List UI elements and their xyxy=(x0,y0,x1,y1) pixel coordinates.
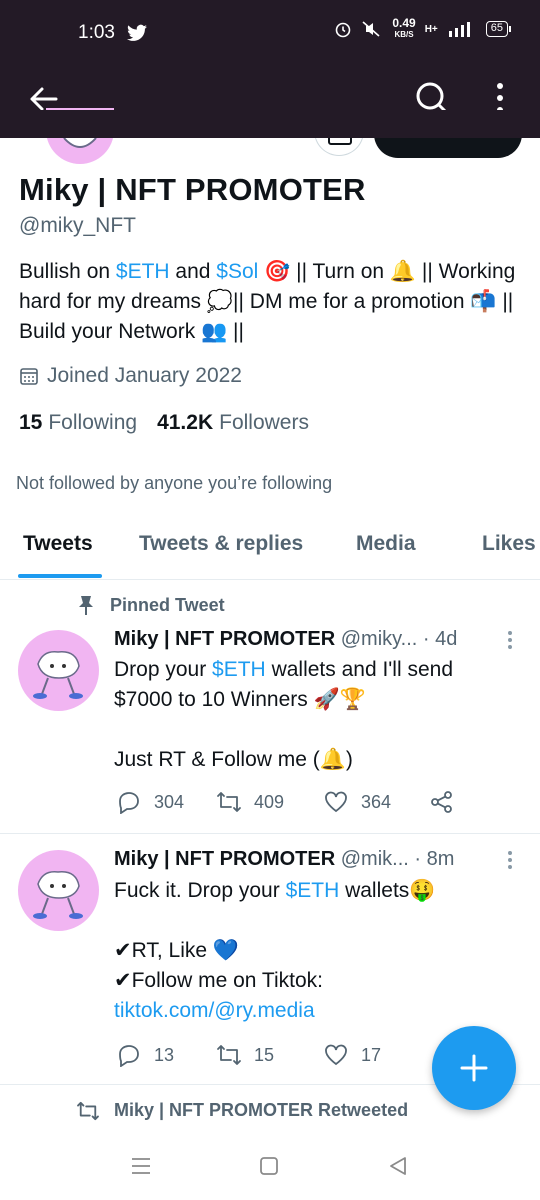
tab-tweets-replies[interactable]: Tweets & replies xyxy=(139,532,303,556)
following-link[interactable]: 15 Following xyxy=(19,411,137,435)
active-tab-indicator xyxy=(18,574,102,578)
retweet-icon xyxy=(217,1045,241,1065)
alarm-icon xyxy=(336,22,351,38)
tweet-header: Miky | NFT PROMOTER @miky... · 4d xyxy=(114,628,457,651)
calendar-icon xyxy=(20,368,38,385)
plus-icon xyxy=(460,1054,488,1082)
retweet-button[interactable]: 15 xyxy=(216,1044,323,1066)
tweet-avatar[interactable] xyxy=(18,850,99,931)
reply-button[interactable]: 304 xyxy=(116,790,216,814)
recent-apps-icon[interactable] xyxy=(130,1156,152,1176)
eth-cashtag-link[interactable]: $ETH xyxy=(286,879,340,902)
retweet-button[interactable]: 409 xyxy=(216,791,323,813)
tweet-author-handle: @mik... xyxy=(340,848,409,870)
tab-likes[interactable]: Likes xyxy=(482,532,536,556)
tab-tweets[interactable]: Tweets xyxy=(23,532,93,556)
tweet-more-icon[interactable] xyxy=(507,850,513,870)
not-followed-notice: Not followed by anyone you’re following xyxy=(16,473,333,493)
tweet-time: · 8m xyxy=(414,848,455,870)
mute-icon xyxy=(362,21,380,37)
heart-icon xyxy=(325,1044,347,1066)
tweet-author-name[interactable]: Miky | NFT PROMOTER xyxy=(114,628,335,650)
tweet-more-icon[interactable] xyxy=(507,630,513,650)
sol-cashtag-link[interactable]: $Sol xyxy=(216,260,258,283)
retweeted-label: Miky | NFT PROMOTER Retweeted xyxy=(76,1100,408,1121)
retweet-icon xyxy=(77,1101,99,1120)
tweet-author-handle: @miky... xyxy=(340,628,418,650)
app-bar-overlap xyxy=(0,110,540,138)
compose-tweet-button[interactable] xyxy=(432,1026,516,1110)
tweet-time: · 4d xyxy=(422,628,458,650)
like-button[interactable]: 17 xyxy=(323,1043,429,1067)
tweet-text: Drop your $ETH wallets and I'll send $70… xyxy=(114,658,454,771)
tweet-text: Fuck it. Drop your $ETH wallets🤑 ✔RT, Li… xyxy=(114,876,514,1026)
battery-indicator: 65 xyxy=(485,21,512,37)
network-speed: 0.49 KB/S xyxy=(392,16,416,39)
tweet-actions: 13 15 17 xyxy=(116,1043,429,1067)
pin-icon xyxy=(79,596,93,615)
signal-icon xyxy=(448,22,470,37)
heart-icon xyxy=(325,791,347,813)
status-bar: 1:03 0.49 KB/S H+ 65 xyxy=(0,0,540,66)
eth-cashtag-link[interactable]: $ETH xyxy=(116,260,170,283)
profile-handle: @miky_NFT xyxy=(19,214,136,237)
reply-icon xyxy=(119,1045,139,1067)
tweet-divider xyxy=(0,833,540,834)
twitter-notification-icon xyxy=(127,24,147,41)
share-icon[interactable] xyxy=(429,790,455,814)
reply-button[interactable]: 13 xyxy=(116,1043,216,1067)
profile-name: Miky | NFT PROMOTER xyxy=(19,172,366,207)
tab-media[interactable]: Media xyxy=(356,532,416,556)
network-type: H+ xyxy=(424,23,438,35)
tweet-header: Miky | NFT PROMOTER @mik... · 8m xyxy=(114,848,454,871)
back-nav-icon[interactable] xyxy=(388,1156,408,1176)
home-icon[interactable] xyxy=(259,1156,279,1176)
tweet-avatar[interactable] xyxy=(18,630,99,711)
tweet-author-name[interactable]: Miky | NFT PROMOTER xyxy=(114,848,335,870)
status-time: 1:03 xyxy=(78,22,115,43)
followers-link[interactable]: 41.2K Followers xyxy=(157,411,309,435)
pinned-label: Pinned Tweet xyxy=(76,594,225,616)
follow-stats: 15 Following 41.2K Followers xyxy=(19,411,309,435)
profile-tabs: Tweets Tweets & replies Media Likes xyxy=(0,520,540,580)
like-button[interactable]: 364 xyxy=(323,790,429,814)
joined-date: Joined January 2022 xyxy=(19,364,242,388)
eth-cashtag-link[interactable]: $ETH xyxy=(212,658,266,681)
tweet-actions: 304 409 364 xyxy=(116,790,455,814)
reply-icon xyxy=(119,792,139,814)
system-nav-bar xyxy=(0,1140,540,1200)
retweet-icon xyxy=(217,792,241,812)
profile-bio: Bullish on $ETH and $Sol 🎯 || Turn on 🔔 … xyxy=(19,260,516,343)
tiktok-link[interactable]: tiktok.com/@ry.media xyxy=(114,996,514,1026)
